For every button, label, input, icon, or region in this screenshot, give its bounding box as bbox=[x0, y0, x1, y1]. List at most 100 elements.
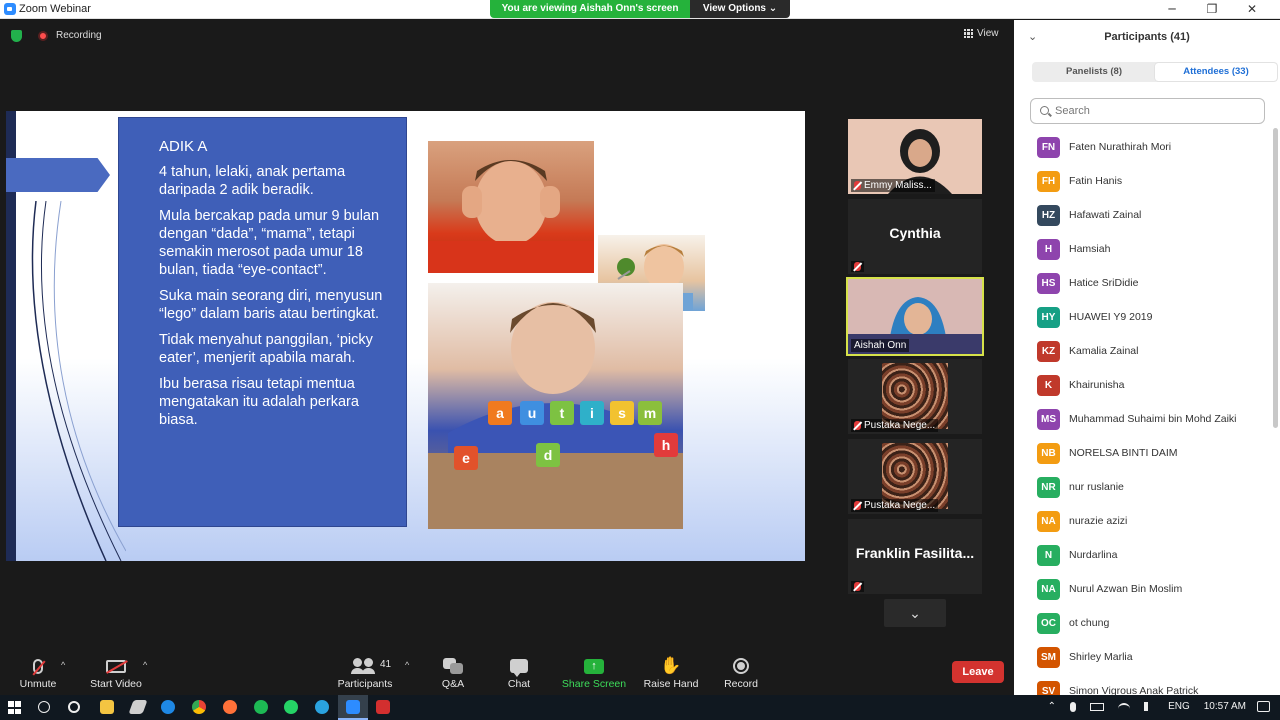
avatar: HY bbox=[1037, 306, 1060, 328]
list-item[interactable]: SM Shirley Marlia bbox=[1014, 640, 1270, 674]
raise-hand-button[interactable]: ✋ Raise Hand bbox=[636, 655, 706, 690]
list-item[interactable]: NR nur ruslanie bbox=[1014, 470, 1270, 504]
window-title: Zoom Webinar bbox=[19, 3, 91, 15]
telegram-icon[interactable] bbox=[315, 700, 329, 714]
avatar: OC bbox=[1037, 612, 1060, 634]
view-button[interactable]: View bbox=[964, 28, 999, 39]
list-item[interactable]: K Khairunisha bbox=[1014, 368, 1270, 402]
task-view-icon[interactable] bbox=[68, 701, 80, 713]
search-icon[interactable] bbox=[38, 701, 50, 713]
file-explorer-icon[interactable] bbox=[100, 700, 114, 714]
search-input[interactable] bbox=[1055, 103, 1255, 119]
windows-start-icon[interactable] bbox=[8, 701, 21, 714]
maximize-button[interactable]: ❐ bbox=[1192, 0, 1232, 19]
video-thumbnail[interactable]: Pustaka Nege... bbox=[848, 439, 982, 514]
avatar: SM bbox=[1037, 646, 1060, 668]
qa-button[interactable]: Q&A bbox=[418, 655, 488, 690]
letter-block: a bbox=[488, 401, 512, 425]
video-thumbnail[interactable]: Pustaka Nege... bbox=[848, 359, 982, 434]
avatar: MS bbox=[1037, 408, 1060, 430]
video-thumbnail[interactable]: Cynthia bbox=[848, 199, 982, 274]
microphone-icon[interactable] bbox=[1070, 701, 1077, 712]
list-item[interactable]: FH Fatin Hanis bbox=[1014, 164, 1270, 198]
slide-decorative-curves bbox=[31, 201, 126, 561]
list-item[interactable]: N Nurdarlina bbox=[1014, 538, 1270, 572]
share-screen-icon: ↑ bbox=[584, 658, 604, 674]
slide-paragraph: Ibu berasa risau tetapi mentua mengataka… bbox=[159, 376, 359, 428]
avatar: NA bbox=[1037, 510, 1060, 532]
participant-name: Hatice SriDidie bbox=[1069, 277, 1139, 289]
audio-options-chevron-icon[interactable]: ^ bbox=[61, 660, 65, 670]
video-options-chevron-icon[interactable]: ^ bbox=[143, 660, 147, 670]
close-button[interactable]: ✕ bbox=[1232, 0, 1272, 19]
video-thumbnail-active-speaker[interactable]: Aishah Onn bbox=[846, 277, 984, 356]
leave-button[interactable]: Leave bbox=[952, 661, 1004, 683]
battery-icon[interactable] bbox=[1090, 702, 1105, 711]
participant-name: nurazie azizi bbox=[1069, 515, 1128, 527]
slide-paragraph: Suka main seorang diri, menyusun “lego” … bbox=[159, 288, 383, 322]
attendee-list: FN Faten Nurathirah Mori FH Fatin Hanis HZ… bbox=[1014, 130, 1270, 695]
chat-button[interactable]: Chat bbox=[484, 655, 554, 690]
list-item[interactable]: H Hamsiah bbox=[1014, 232, 1270, 266]
firefox-browser-icon[interactable] bbox=[223, 700, 237, 714]
thumbnail-name: Emmy Maliss... bbox=[864, 180, 932, 191]
list-item[interactable]: MS Muhammad Suhaimi bin Mohd Zaiki bbox=[1014, 402, 1270, 436]
thumbnail-name: Pustaka Nege... bbox=[864, 500, 936, 511]
zoom-taskbar-button[interactable] bbox=[338, 695, 368, 720]
list-item[interactable]: NA Nurul Azwan Bin Moslim bbox=[1014, 572, 1270, 606]
zoom-app-icon bbox=[346, 700, 360, 714]
avatar: KZ bbox=[1037, 340, 1060, 362]
tab-attendees[interactable]: Attendees (33) bbox=[1155, 63, 1277, 81]
tab-panelists[interactable]: Panelists (8) bbox=[1033, 63, 1155, 81]
notification-center-icon[interactable] bbox=[1257, 701, 1270, 712]
participants-options-chevron-icon[interactable]: ^ bbox=[405, 660, 409, 670]
notepad-icon[interactable] bbox=[128, 700, 148, 714]
avatar: NR bbox=[1037, 476, 1060, 498]
view-options-button[interactable]: View Options ⌄ bbox=[690, 0, 790, 18]
search-icon bbox=[1040, 106, 1049, 115]
system-tray: ⌃ ENG 10:57 AM bbox=[1048, 701, 1246, 712]
view-label: View bbox=[977, 28, 999, 39]
list-item[interactable]: HS Hatice SriDidie bbox=[1014, 266, 1270, 300]
raise-hand-label: Raise Hand bbox=[643, 678, 699, 690]
list-item[interactable]: NA nurazie azizi bbox=[1014, 504, 1270, 538]
spotify-icon[interactable] bbox=[254, 700, 268, 714]
list-item[interactable]: HY HUAWEI Y9 2019 bbox=[1014, 300, 1270, 334]
share-screen-button[interactable]: ↑ Share Screen bbox=[559, 655, 629, 690]
screen-share-banner: You are viewing Aishah Onn's screen View… bbox=[490, 0, 790, 18]
letter-block: d bbox=[536, 443, 560, 467]
mic-off-icon bbox=[854, 582, 861, 591]
start-video-button[interactable]: Start Video bbox=[81, 655, 151, 690]
minimize-button[interactable]: ─ bbox=[1152, 0, 1192, 19]
windows-taskbar: ⌃ ENG 10:57 AM bbox=[0, 695, 1280, 720]
participant-name: Muhammad Suhaimi bin Mohd Zaiki bbox=[1069, 413, 1237, 425]
video-thumbnail[interactable]: Franklin Fasilita... bbox=[848, 519, 982, 594]
video-thumbnail[interactable]: Emmy Maliss... bbox=[848, 119, 982, 194]
input-language-indicator[interactable]: ENG bbox=[1168, 701, 1190, 712]
thumbnails-next-button[interactable]: ⌄ bbox=[884, 599, 946, 627]
list-item[interactable]: OC ot chung bbox=[1014, 606, 1270, 640]
list-item[interactable]: NB NORELSA BINTI DAIM bbox=[1014, 436, 1270, 470]
list-item[interactable]: HZ Hafawati Zainal bbox=[1014, 198, 1270, 232]
tray-expand-chevron-icon[interactable]: ⌃ bbox=[1048, 701, 1056, 712]
list-item[interactable]: FN Faten Nurathirah Mori bbox=[1014, 130, 1270, 164]
mic-off-icon bbox=[854, 262, 861, 271]
participant-name: Khairunisha bbox=[1069, 379, 1125, 391]
chat-icon bbox=[510, 659, 528, 677]
chrome-browser-icon[interactable] bbox=[192, 700, 206, 714]
record-button[interactable]: Record bbox=[706, 655, 776, 690]
whatsapp-icon[interactable] bbox=[284, 700, 298, 714]
edge-browser-icon[interactable] bbox=[161, 700, 175, 714]
pdf-reader-icon[interactable] bbox=[376, 700, 390, 714]
participant-list-scrollbar[interactable] bbox=[1273, 128, 1278, 428]
list-item[interactable]: KZ Kamalia Zainal bbox=[1014, 334, 1270, 368]
list-item[interactable]: SV Simon Vigrous Anak Patrick bbox=[1014, 674, 1270, 695]
wifi-icon[interactable] bbox=[1118, 702, 1131, 711]
shield-icon[interactable] bbox=[11, 30, 22, 42]
mic-off-icon bbox=[854, 421, 861, 430]
avatar: K bbox=[1037, 374, 1060, 396]
slide-paragraph: Mula bercakap pada umur 9 bulan dengan “… bbox=[159, 208, 380, 278]
participants-label: Participants bbox=[337, 678, 393, 690]
volume-icon[interactable] bbox=[1144, 702, 1154, 711]
clock[interactable]: 10:57 AM bbox=[1204, 701, 1246, 712]
